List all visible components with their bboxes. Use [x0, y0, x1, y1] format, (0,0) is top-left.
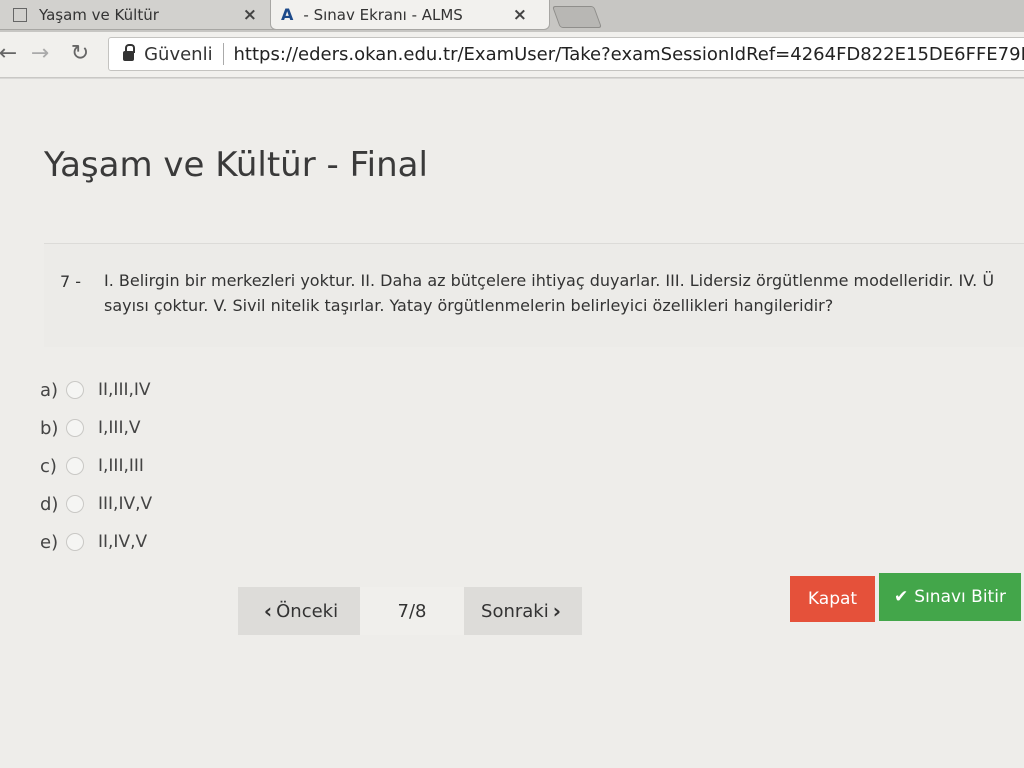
- lock-icon: [123, 44, 136, 61]
- browser-tab-yasam[interactable]: Yaşam ve Kültür ×: [0, 0, 280, 30]
- question-pager: ‹ Önceki 7/8 Sonraki ›: [238, 587, 584, 637]
- browser-toolbar: ← → ↻ Güvenli https://eders.okan.edu.tr/…: [0, 32, 1024, 78]
- back-icon[interactable]: ←: [0, 40, 22, 68]
- radio-button[interactable]: [66, 495, 84, 513]
- previous-label: Önceki: [276, 600, 339, 622]
- option-a[interactable]: a) II,III,IV: [40, 377, 151, 403]
- page-title: Yaşam ve Kültür - Final: [44, 145, 428, 185]
- question-line: I. Belirgin bir merkezleri yoktur. II. D…: [104, 271, 995, 290]
- new-tab-button[interactable]: [551, 6, 603, 28]
- option-letter: b): [40, 417, 59, 439]
- page-icon: [13, 7, 27, 22]
- question-box: 7 - I. Belirgin bir merkezleri yoktur. I…: [44, 243, 1024, 347]
- chevron-left-icon: ‹: [263, 599, 273, 623]
- radio-button[interactable]: [66, 419, 84, 437]
- option-letter: d): [40, 493, 59, 515]
- alms-favicon-icon: A: [281, 5, 294, 24]
- option-text: III,IV,V: [98, 494, 153, 514]
- forward-icon[interactable]: →: [26, 40, 54, 68]
- tab-title: Yaşam ve Kültür: [39, 5, 159, 24]
- option-text: I,III,III: [98, 456, 144, 476]
- browser-tab-strip: Yaşam ve Kültür × A - Sınav Ekranı - ALM…: [0, 0, 1024, 32]
- option-b[interactable]: b) I,III,V: [40, 415, 141, 441]
- previous-button[interactable]: ‹ Önceki: [238, 587, 360, 635]
- option-text: II,III,IV: [98, 380, 151, 400]
- radio-button[interactable]: [66, 533, 84, 551]
- divider: [222, 43, 224, 65]
- option-letter: c): [40, 455, 57, 477]
- close-exam-button[interactable]: Kapat: [790, 576, 875, 622]
- next-label: Sonraki: [481, 600, 549, 622]
- tab-title: - Sınav Ekranı - ALMS: [303, 5, 463, 24]
- option-letter: e): [40, 531, 59, 553]
- option-letter: a): [40, 379, 59, 401]
- close-tab-icon[interactable]: ×: [243, 5, 257, 25]
- next-button[interactable]: Sonraki ›: [464, 587, 582, 635]
- reload-icon[interactable]: ↻: [66, 40, 94, 68]
- checkmark-icon: ✔: [894, 587, 909, 607]
- close-tab-icon[interactable]: ×: [513, 5, 527, 25]
- finish-exam-button[interactable]: ✔ Sınavı Bitir: [879, 573, 1021, 621]
- question-number: 7 -: [60, 272, 82, 291]
- url-text[interactable]: https://eders.okan.edu.tr/ExamUser/Take?…: [234, 44, 1024, 65]
- option-c[interactable]: c) I,III,III: [40, 453, 144, 479]
- question-line: sayısı çoktur. V. Sivil nitelik taşırlar…: [104, 296, 834, 315]
- address-bar[interactable]: Güvenli https://eders.okan.edu.tr/ExamUs…: [108, 37, 1024, 71]
- question-text: I. Belirgin bir merkezleri yoktur. II. D…: [104, 268, 1024, 318]
- option-d[interactable]: d) III,IV,V: [40, 491, 152, 517]
- security-label: Güvenli: [144, 43, 213, 65]
- radio-button[interactable]: [66, 457, 84, 475]
- page-counter: 7/8: [360, 587, 464, 635]
- option-text: I,III,V: [98, 418, 141, 438]
- exam-page: Yaşam ve Kültür - Final 7 - I. Belirgin …: [0, 79, 1024, 768]
- finish-label: Sınavı Bitir: [914, 587, 1006, 607]
- browser-tab-alms[interactable]: A - Sınav Ekranı - ALMS ×: [270, 0, 550, 30]
- radio-button[interactable]: [66, 381, 84, 399]
- option-e[interactable]: e) II,IV,V: [40, 529, 147, 555]
- option-text: II,IV,V: [98, 532, 148, 552]
- chevron-right-icon: ›: [552, 599, 561, 623]
